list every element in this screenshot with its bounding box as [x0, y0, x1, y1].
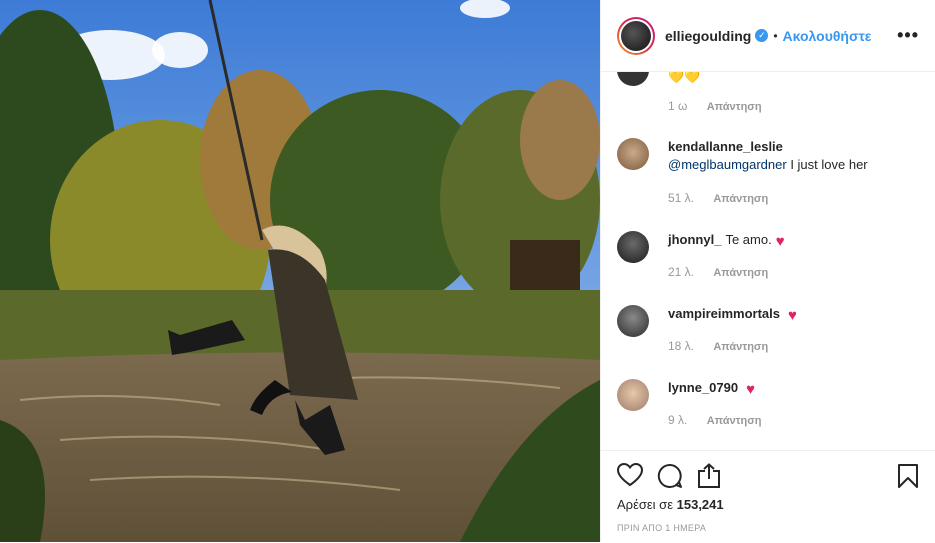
- comment-time: 1 ω: [668, 99, 688, 113]
- reply-button[interactable]: Απάντηση: [713, 267, 768, 279]
- comment-content: lynne_0790 ♥: [668, 379, 755, 399]
- comment-time: 21 λ.: [668, 265, 695, 279]
- comment-text: I just love her: [786, 157, 868, 172]
- comment-content: kendallanne_leslie @meglbaumgardner I ju…: [668, 138, 868, 174]
- post-actions: Αρέσει σε 153,241 ΠΡΙΝ ΑΠΟ 1 ΗΜΕΡΑ: [601, 450, 935, 543]
- comment-content: vampireimmortals ♥: [668, 305, 797, 325]
- commenter-username[interactable]: lynne_0790: [668, 380, 738, 395]
- reply-button[interactable]: Απάντηση: [707, 101, 762, 113]
- comment-text: 💛💛: [668, 72, 701, 84]
- verified-badge-icon: ✓: [755, 29, 769, 42]
- post-photo[interactable]: [0, 0, 600, 542]
- comment-meta: 18 λ. Απάντηση: [668, 339, 768, 353]
- separator-dot: •: [773, 28, 778, 43]
- comment-time: 9 λ.: [668, 413, 688, 427]
- likes-label: Αρέσει σε: [617, 497, 673, 512]
- comment-meta: 1 ω Απάντηση: [668, 99, 762, 113]
- comment-content: jhonnyl_ Te amo. ♥: [668, 231, 785, 251]
- heart-icon[interactable]: [616, 462, 644, 492]
- commenter-avatar[interactable]: [617, 231, 649, 263]
- comment-meta: 21 λ. Απάντηση: [668, 265, 768, 279]
- comments-list[interactable]: 💛💛 1 ω Απάντηση kendallanne_leslie @megl…: [601, 72, 935, 450]
- author-avatar[interactable]: [617, 16, 655, 55]
- post-date: ΠΡΙΝ ΑΠΟ 1 ΗΜΕΡΑ: [617, 523, 707, 533]
- reply-button[interactable]: Απάντηση: [713, 341, 768, 353]
- likes-number: 153,241: [676, 497, 724, 512]
- commenter-username[interactable]: vampireimmortals: [668, 306, 780, 321]
- bookmark-icon[interactable]: [897, 463, 919, 494]
- commenter-avatar[interactable]: [617, 379, 649, 411]
- comment-meta: 9 λ. Απάντηση: [668, 413, 762, 427]
- comment-text: Te amo.: [725, 232, 772, 247]
- post-header: elliegoulding ✓ • Ακολουθήστε •••: [601, 0, 935, 72]
- likes-count[interactable]: Αρέσει σε 153,241: [617, 497, 724, 512]
- author-username[interactable]: elliegoulding: [665, 28, 751, 44]
- red-heart-emoji-icon: ♥: [788, 307, 797, 324]
- post-panel: elliegoulding ✓ • Ακολουθήστε ••• 💛💛 1 ω…: [600, 0, 935, 542]
- red-heart-emoji-icon: ♥: [775, 233, 785, 250]
- mention-link[interactable]: @meglbaumgardner: [668, 157, 787, 172]
- comment-icon[interactable]: [657, 463, 683, 494]
- commenter-avatar[interactable]: [617, 138, 649, 170]
- red-heart-emoji-icon: ♥: [746, 381, 756, 398]
- share-icon[interactable]: [697, 463, 721, 494]
- follow-button[interactable]: Ακολουθήστε: [783, 28, 872, 44]
- commenter-username[interactable]: kendallanne_leslie: [668, 139, 783, 154]
- commenter-avatar[interactable]: [617, 305, 649, 337]
- reply-button[interactable]: Απάντηση: [707, 415, 762, 427]
- commenter-username[interactable]: jhonnyl_: [668, 232, 721, 247]
- commenter-avatar[interactable]: [617, 72, 649, 86]
- comment-time: 51 λ.: [668, 191, 695, 205]
- reply-button[interactable]: Απάντηση: [713, 193, 768, 205]
- more-options-icon[interactable]: •••: [897, 25, 919, 46]
- comment-meta: 51 λ. Απάντηση: [668, 191, 768, 205]
- comment-time: 18 λ.: [668, 339, 695, 353]
